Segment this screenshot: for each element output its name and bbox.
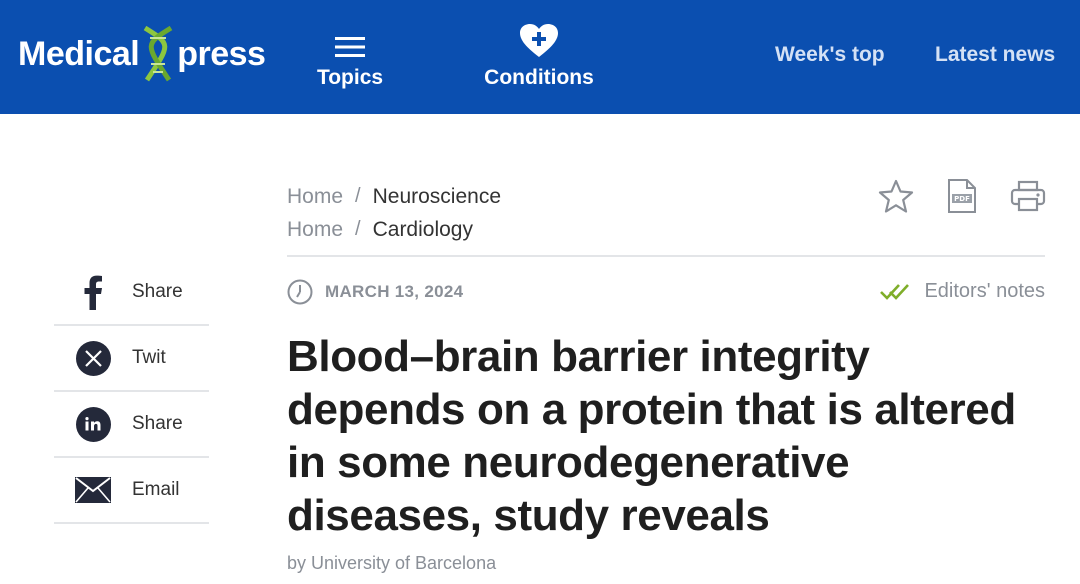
envelope-icon — [75, 477, 111, 503]
nav-latest-news[interactable]: Latest news — [935, 43, 1055, 67]
article-headline: Blood–brain barrier integrity depends on… — [287, 332, 1016, 540]
nav-conditions[interactable]: Conditions — [482, 20, 596, 90]
share-facebook-label: Share — [132, 281, 183, 302]
share-email-label: Email — [132, 479, 180, 500]
print-icon — [1010, 180, 1046, 212]
x-icon — [75, 340, 111, 376]
star-icon — [878, 179, 914, 213]
article-byline: by University of Barcelona — [287, 553, 497, 573]
share-facebook-button[interactable]: Share — [54, 260, 209, 326]
breadcrumb: Home / Neuroscience Home / Cardiology — [287, 180, 501, 246]
linkedin-icon — [75, 406, 111, 442]
editors-notes-label: Editors' notes — [924, 280, 1045, 302]
breadcrumb-neuroscience-link[interactable]: Neuroscience — [373, 180, 501, 213]
pdf-icon: PDF — [948, 179, 976, 213]
editors-notes-link[interactable]: Editors' notes — [880, 280, 1045, 303]
breadcrumb-cardiology-link[interactable]: Cardiology — [373, 213, 473, 246]
facebook-icon — [84, 275, 102, 310]
double-check-icon — [880, 283, 910, 300]
nav-topics-label: Topics — [316, 66, 384, 89]
breadcrumb-home-link[interactable]: Home — [287, 180, 343, 213]
share-x-label: Twit — [132, 347, 166, 368]
svg-text:PDF: PDF — [954, 195, 970, 203]
nav-topics[interactable]: Topics — [312, 20, 388, 90]
breadcrumb-row: Home / Cardiology — [287, 213, 501, 246]
share-linkedin-label: Share — [132, 413, 183, 434]
heart-plus-icon — [520, 24, 558, 57]
hamburger-menu-icon — [335, 37, 365, 57]
share-sidebar: Share Twit Share Email — [54, 260, 209, 524]
site-logo[interactable]: Medical press — [18, 26, 266, 82]
publish-date: MARCH 13, 2024 — [287, 279, 463, 305]
breadcrumb-row: Home / Neuroscience — [287, 180, 501, 213]
dna-helix-icon — [143, 26, 173, 82]
top-navigation-bar: Medical press Topics Conditions Week's t… — [0, 0, 1080, 114]
article-tools: PDF — [878, 178, 1046, 214]
logo-text-press: press — [177, 35, 266, 73]
logo-text-medical: Medical — [18, 35, 140, 73]
breadcrumb-separator: / — [355, 218, 361, 240]
publish-date-text: MARCH 13, 2024 — [325, 282, 464, 301]
pdf-button[interactable]: PDF — [944, 178, 980, 214]
breadcrumb-separator: / — [355, 185, 361, 207]
share-email-button[interactable]: Email — [54, 458, 209, 524]
share-x-button[interactable]: Twit — [54, 326, 209, 392]
bookmark-button[interactable] — [878, 178, 914, 214]
share-linkedin-button[interactable]: Share — [54, 392, 209, 458]
section-divider — [287, 255, 1045, 257]
nav-weeks-top[interactable]: Week's top — [775, 43, 885, 67]
breadcrumb-home-link[interactable]: Home — [287, 213, 343, 246]
clock-icon — [287, 279, 313, 305]
nav-conditions-label: Conditions — [484, 66, 594, 89]
print-button[interactable] — [1010, 178, 1046, 214]
